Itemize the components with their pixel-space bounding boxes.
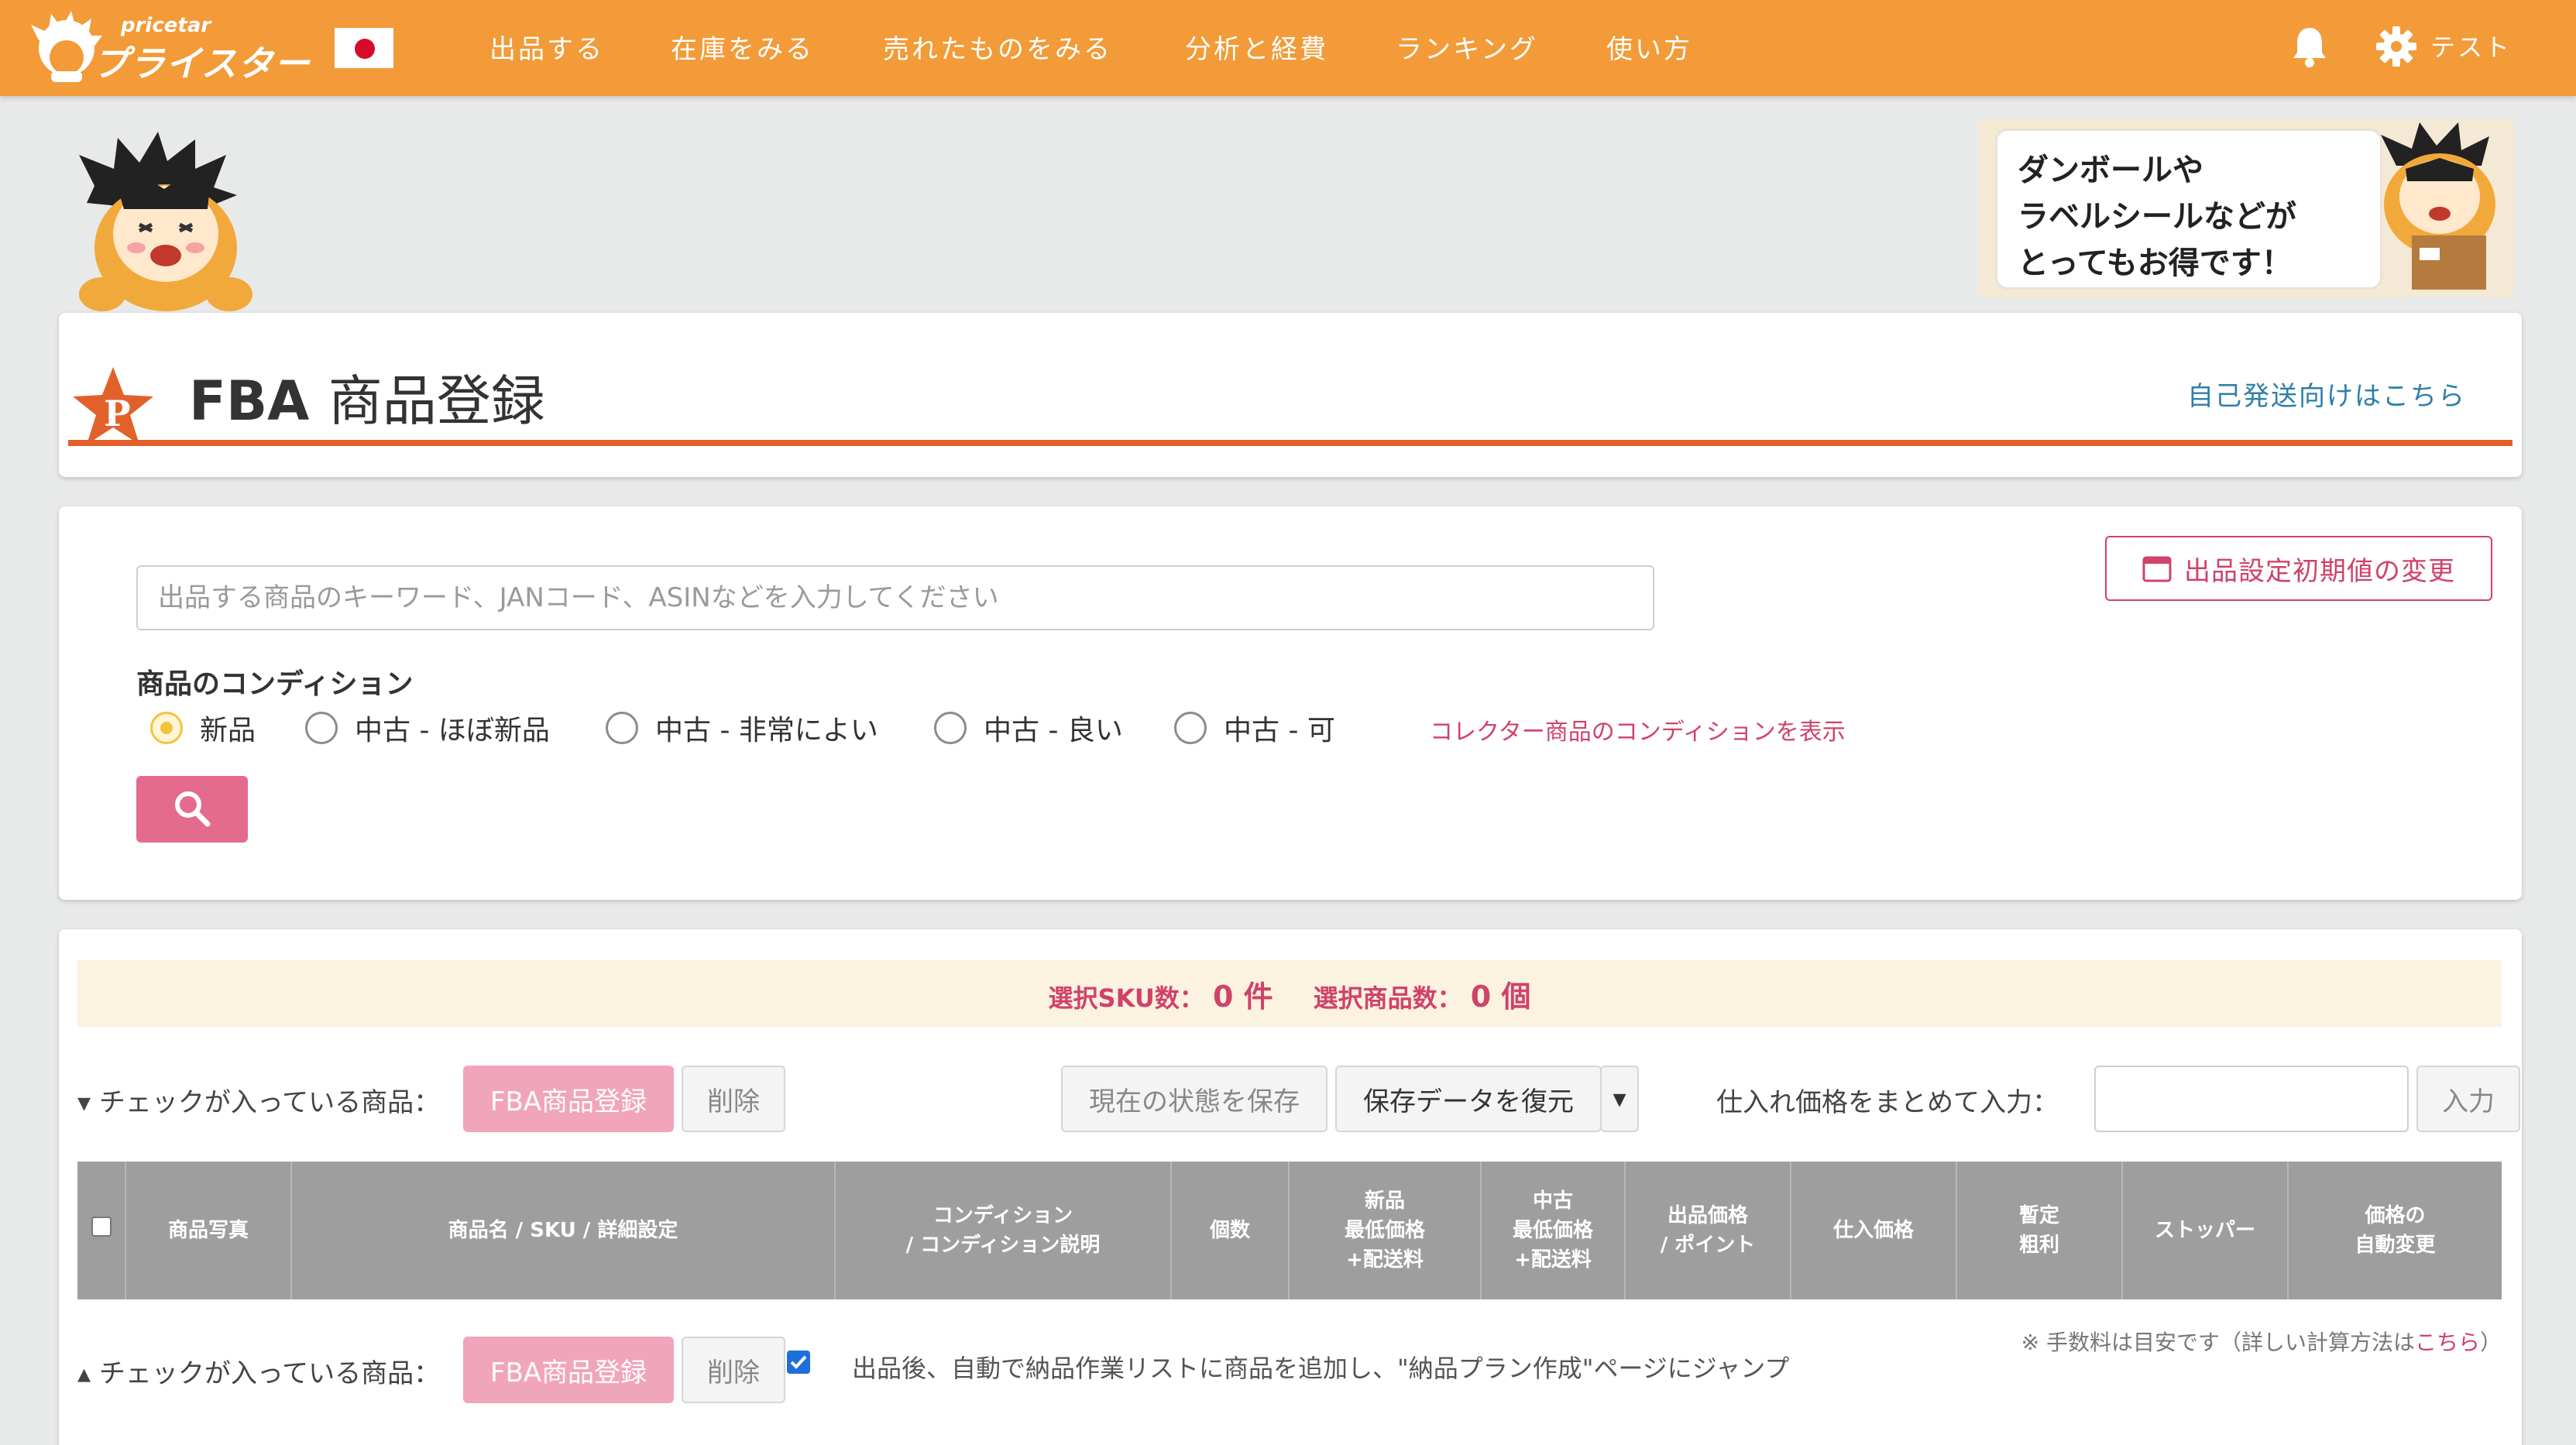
search-card: 出品設定初期値の変更 商品のコンディション 新品 中古 - ほぼ新品 中古 - … <box>59 506 2522 900</box>
promo-line-1: ダンボールや <box>2018 153 2203 188</box>
svg-text:P: P <box>104 393 131 434</box>
bulk-action-label: チェックが入っている商品： <box>98 1087 441 1118</box>
col-list-price: 出品価格 / ポイント <box>1625 1162 1791 1299</box>
fba-register-button-bottom[interactable]: FBA商品登録 <box>463 1337 674 1403</box>
col-new-min-price: 新品 最低価格 +配送料 <box>1289 1162 1482 1299</box>
page-title-en: FBA <box>189 369 310 433</box>
item-count: 選択商品数： 0 個 <box>1314 973 1531 1015</box>
condition-radio-label: 中古 - 可 <box>1224 715 1335 747</box>
promo-mascot-image <box>2381 122 2495 290</box>
page-title: FBA 商品登録 <box>189 358 545 436</box>
restore-data-button[interactable]: 保存データを復元 <box>1335 1066 1602 1132</box>
page-title-jp: 商品登録 <box>328 369 545 433</box>
search-icon <box>175 791 211 826</box>
condition-radio-label: 中古 - 良い <box>984 715 1123 747</box>
product-table: 商品写真 商品名 / SKU / 詳細設定 コンディション / コンディション説… <box>77 1162 2502 1299</box>
col-used-min-price: 中古 最低価格 +配送料 <box>1481 1162 1626 1299</box>
restore-dropdown-toggle[interactable]: ▾ <box>1600 1066 1639 1132</box>
mascot-image <box>79 132 252 311</box>
col-name: 商品名 / SKU / 詳細設定 <box>291 1162 836 1299</box>
nav-item-inventory[interactable]: 在庫をみる <box>671 28 814 66</box>
radio-empty-icon <box>934 712 967 744</box>
promo-line-3: とってもお得です！ <box>2018 245 2293 281</box>
gear-icon[interactable] <box>2375 25 2418 68</box>
condition-radio-label: 新品 <box>200 715 256 747</box>
sku-count: 選択SKU数： 0 件 <box>1049 973 1273 1015</box>
delete-button[interactable]: 削除 <box>682 1066 785 1132</box>
logo[interactable]: pricetar プライスター <box>28 9 314 84</box>
col-profit: 暫定 粗利 <box>1956 1162 2123 1299</box>
nav-item-howto[interactable]: 使い方 <box>1606 28 1692 66</box>
radio-empty-icon <box>606 712 638 744</box>
bell-icon[interactable] <box>2291 25 2328 68</box>
collector-condition-link[interactable]: コレクター商品のコンディションを表示 <box>1430 712 1846 747</box>
bulk-action-dropdown[interactable]: ▾ チェックが入っている商品： <box>77 1081 440 1119</box>
item-count-label: 選択商品数： <box>1313 983 1462 1013</box>
sku-count-value: 0 件 <box>1212 979 1273 1014</box>
item-count-value: 0 個 <box>1470 979 1531 1014</box>
check-icon <box>790 1355 807 1369</box>
user-name[interactable]: テスト <box>2430 28 2512 63</box>
nav-item-list[interactable]: 出品する <box>489 28 604 66</box>
caret-up-icon: ▴ <box>77 1358 99 1389</box>
title-divider <box>68 440 2512 446</box>
search-input[interactable] <box>136 565 1654 630</box>
col-quantity: 個数 <box>1171 1162 1290 1299</box>
page-header-card: P FBA 商品登録 自己発送向けはこちら <box>59 313 2522 477</box>
radio-empty-icon <box>305 712 338 744</box>
sku-count-label: 選択SKU数： <box>1048 983 1204 1013</box>
bulk-action-label: チェックが入っている商品： <box>98 1358 441 1389</box>
japan-flag-icon[interactable] <box>335 28 393 68</box>
nav-item-sold[interactable]: 売れたものをみる <box>883 28 1112 66</box>
fba-register-button[interactable]: FBA商品登録 <box>463 1066 674 1132</box>
promo-banner[interactable]: ダンボールや ラベルシールなどが とってもお得です！ <box>1978 119 2514 297</box>
condition-radio-good[interactable]: 中古 - 良い <box>934 709 1123 747</box>
table-header-row: 商品写真 商品名 / SKU / 詳細設定 コンディション / コンディション説… <box>77 1162 2502 1299</box>
auto-add-checkbox[interactable] <box>787 1351 810 1374</box>
condition-radio-acceptable[interactable]: 中古 - 可 <box>1174 709 1335 747</box>
bulk-price-enter-button[interactable]: 入力 <box>2416 1066 2520 1132</box>
nav-item-analytics[interactable]: 分析と経費 <box>1185 28 1328 66</box>
condition-radio-new[interactable]: 新品 <box>150 709 256 747</box>
caret-down-icon: ▾ <box>77 1087 99 1118</box>
radio-empty-icon <box>1174 712 1207 744</box>
delete-button-bottom[interactable]: 削除 <box>682 1337 785 1403</box>
promo-bubble: ダンボールや ラベルシールなどが とってもお得です！ <box>1995 129 2382 290</box>
select-all-checkbox[interactable] <box>77 1162 126 1299</box>
condition-radio-label: 中古 - ほぼ新品 <box>355 715 550 747</box>
default-settings-label: 出品設定初期値の変更 <box>2184 555 2455 587</box>
auto-add-label: 出品後、自動で納品作業リストに商品を追加し、"納品プラン作成"ページにジャンプ <box>852 1354 1790 1383</box>
logo-small-text: pricetar <box>121 14 211 37</box>
calendar-icon <box>2142 556 2172 582</box>
bulk-action-dropdown-bottom[interactable]: ▴ チェックが入っている商品： <box>77 1352 440 1390</box>
caret-down-icon: ▾ <box>1613 1083 1626 1114</box>
save-state-button[interactable]: 現在の状態を保存 <box>1061 1066 1327 1132</box>
condition-label: 商品のコンディション <box>136 668 414 700</box>
bulk-action-row-top: ▾ チェックが入っている商品： FBA商品登録 削除 現在の状態を保存 保存デー… <box>77 1066 2520 1132</box>
condition-radio-like-new[interactable]: 中古 - ほぼ新品 <box>305 709 550 747</box>
col-auto-price: 価格の 自動変更 <box>2354 1204 2436 1257</box>
bulk-price-label: 仕入れ価格をまとめて入力： <box>1716 1087 2059 1118</box>
bulk-price-input[interactable] <box>2094 1066 2409 1132</box>
search-button[interactable] <box>136 776 248 843</box>
condition-radio-label: 中古 - 非常によい <box>655 715 878 747</box>
top-nav: pricetar プライスター 出品する 在庫をみる 売れたものをみる 分析と経… <box>0 0 2576 96</box>
condition-radio-very-good[interactable]: 中古 - 非常によい <box>606 709 878 747</box>
self-ship-link[interactable]: 自己発送向けはこちら <box>2187 375 2466 413</box>
promo-line-2: ラベルシールなどが <box>2018 199 2296 235</box>
col-condition: コンディション / コンディション説明 <box>835 1162 1172 1299</box>
col-stopper: ストッパー <box>2122 1162 2289 1299</box>
star-logo-icon: P <box>73 367 153 444</box>
col-photo: 商品写真 <box>125 1162 292 1299</box>
nav-item-ranking[interactable]: ランキング <box>1396 28 1538 66</box>
logo-main-text: プライスター <box>93 43 311 84</box>
col-cost: 仕入価格 <box>1791 1162 1957 1299</box>
radio-selected-icon <box>150 712 183 744</box>
default-settings-button[interactable]: 出品設定初期値の変更 <box>2105 536 2492 601</box>
selection-summary: 選択SKU数： 0 件 選択商品数： 0 個 <box>77 960 2502 1027</box>
